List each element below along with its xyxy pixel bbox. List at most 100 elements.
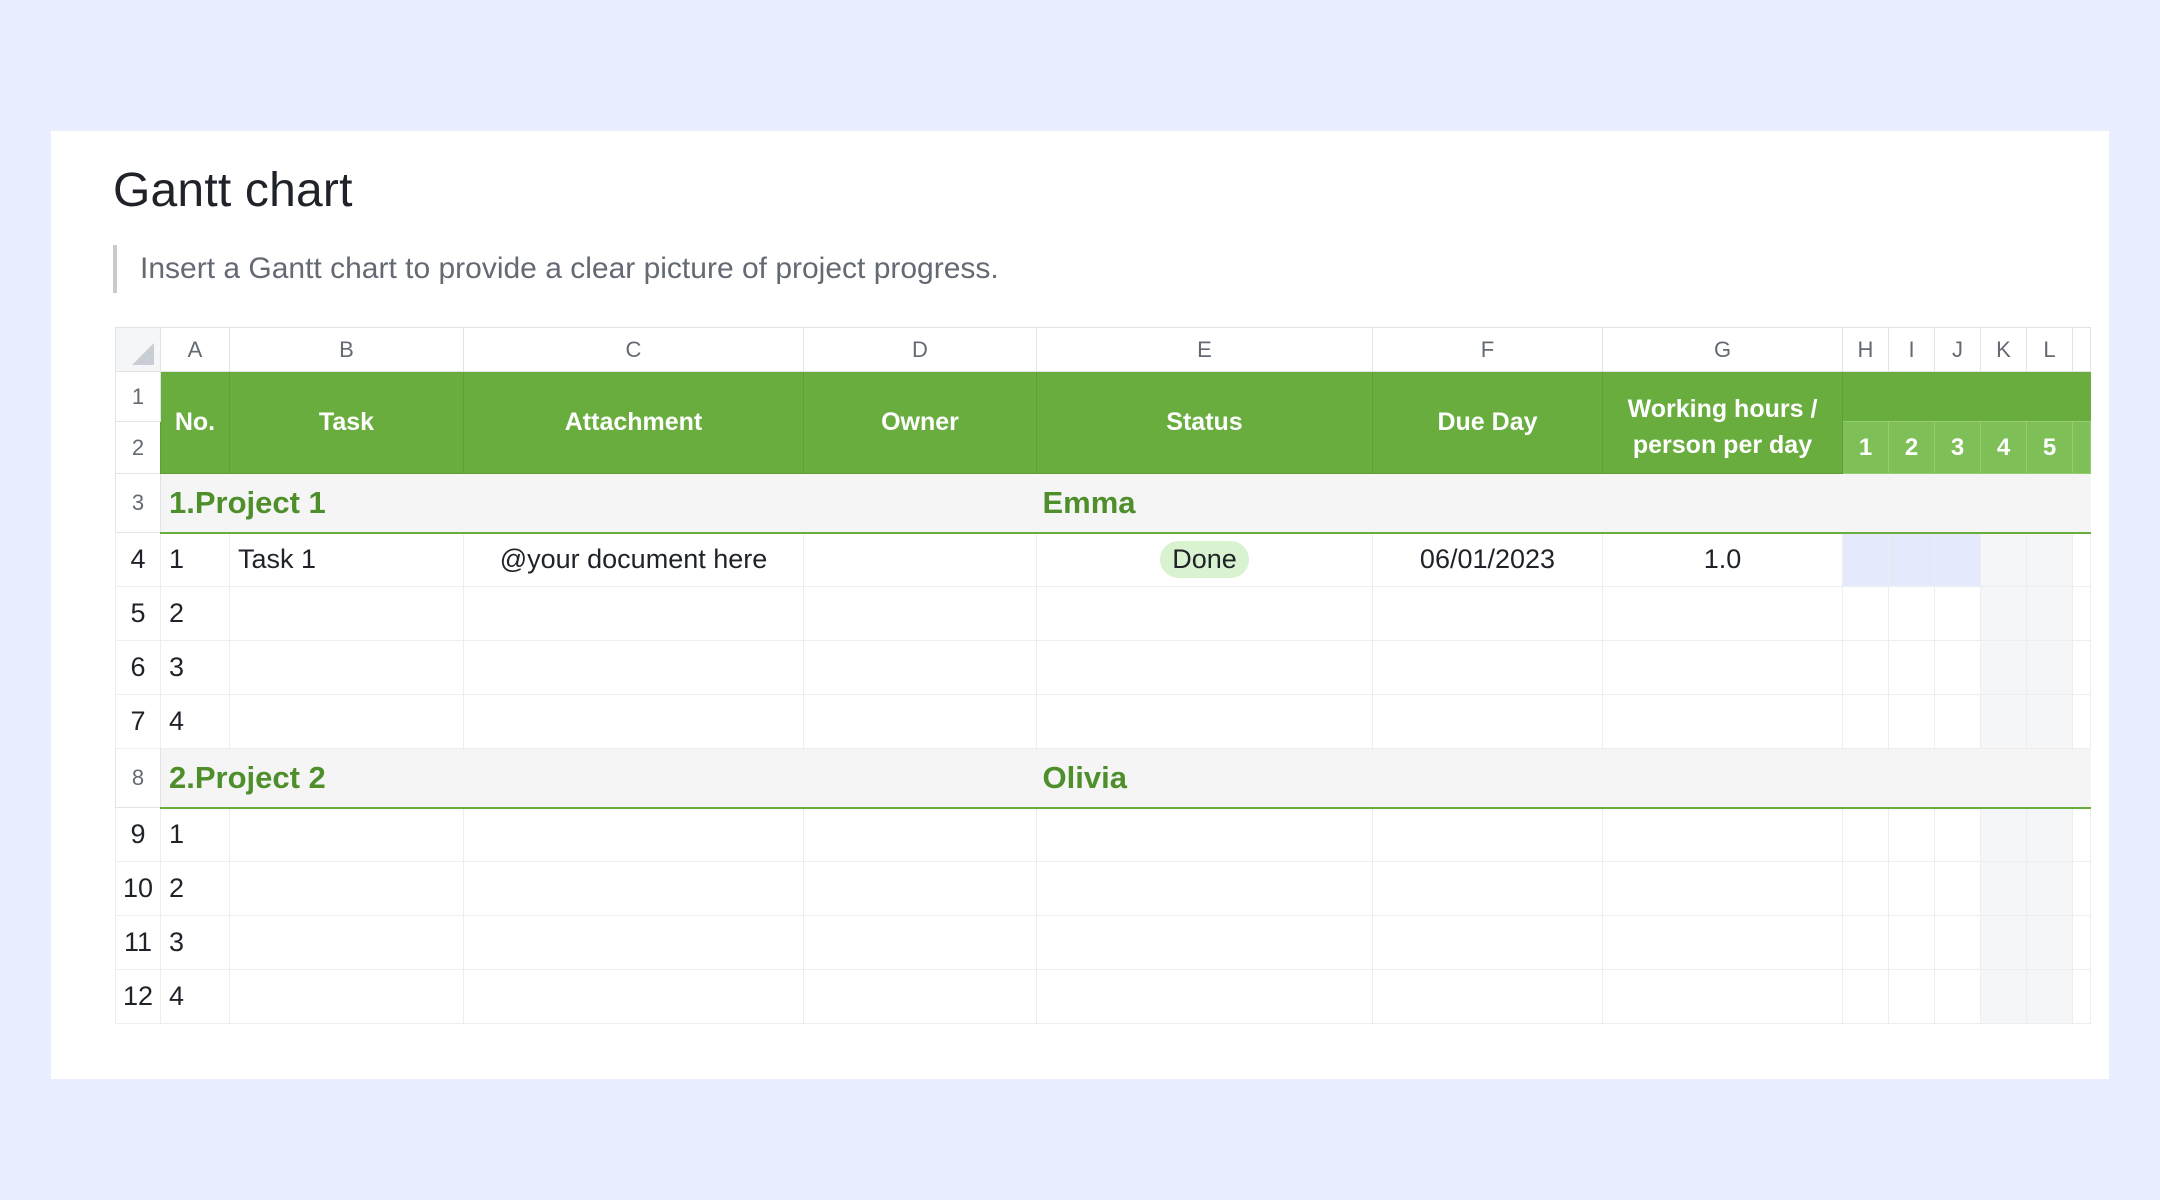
status-cell[interactable] <box>1036 694 1373 749</box>
timeline-cell[interactable] <box>1888 807 1935 862</box>
column-header-c[interactable]: C <box>463 327 804 372</box>
day-header-3[interactable]: 3 <box>1934 421 1981 474</box>
timeline-cell[interactable] <box>1934 586 1981 641</box>
status-cell[interactable] <box>1036 807 1373 862</box>
owner-cell[interactable] <box>803 586 1037 641</box>
row-number[interactable]: 6 <box>115 640 161 695</box>
column-header-f[interactable]: F <box>1372 327 1603 372</box>
attachment-cell[interactable] <box>463 861 804 916</box>
project-rest-cell[interactable] <box>1602 473 2091 534</box>
timeline-cell[interactable] <box>2026 694 2073 749</box>
header-owner[interactable]: Owner <box>803 371 1037 474</box>
timeline-cell[interactable] <box>2072 861 2091 916</box>
header-task[interactable]: Task <box>229 371 464 474</box>
task-name-cell[interactable] <box>229 969 464 1024</box>
row-number[interactable]: 7 <box>115 694 161 749</box>
timeline-cell[interactable] <box>1842 807 1889 862</box>
timeline-cell[interactable] <box>2026 969 2073 1024</box>
working-hours-cell[interactable] <box>1602 861 1843 916</box>
timeline-cell[interactable] <box>1980 586 2027 641</box>
task-no-cell[interactable]: 2 <box>160 586 230 641</box>
owner-cell[interactable] <box>803 807 1037 862</box>
attachment-cell[interactable] <box>463 640 804 695</box>
project-name-cell[interactable]: 2.Project 2 <box>160 748 804 809</box>
working-hours-cell[interactable]: 1.0 <box>1602 532 1843 587</box>
column-header-a[interactable]: A <box>160 327 230 372</box>
status-cell[interactable] <box>1036 586 1373 641</box>
project-spacer-cell[interactable] <box>803 748 1037 809</box>
status-cell[interactable] <box>1036 915 1373 970</box>
timeline-cell[interactable] <box>1980 694 2027 749</box>
timeline-cell[interactable] <box>2026 807 2073 862</box>
header-due-day[interactable]: Due Day <box>1372 371 1603 474</box>
header-status[interactable]: Status <box>1036 371 1373 474</box>
due-day-cell[interactable] <box>1372 969 1603 1024</box>
due-day-cell[interactable] <box>1372 861 1603 916</box>
timeline-cell[interactable] <box>1842 861 1889 916</box>
task-no-cell[interactable]: 1 <box>160 532 230 587</box>
working-hours-cell[interactable] <box>1602 807 1843 862</box>
working-hours-cell[interactable] <box>1602 969 1843 1024</box>
due-day-cell[interactable] <box>1372 640 1603 695</box>
gantt-bar-cell[interactable] <box>1888 532 1935 587</box>
row-number[interactable]: 8 <box>115 748 161 808</box>
column-header-b[interactable]: B <box>229 327 464 372</box>
timeline-cell[interactable] <box>1934 915 1981 970</box>
gantt-bar-cell[interactable] <box>1842 532 1889 587</box>
task-no-cell[interactable]: 3 <box>160 915 230 970</box>
task-name-cell[interactable] <box>229 640 464 695</box>
column-header-k[interactable]: K <box>1980 327 2027 372</box>
task-no-cell[interactable]: 1 <box>160 807 230 862</box>
row-number[interactable]: 12 <box>115 969 161 1024</box>
day-header-overflow[interactable] <box>2072 421 2091 474</box>
column-header-g[interactable]: G <box>1602 327 1843 372</box>
gantt-bar-cell[interactable] <box>1934 532 1981 587</box>
timeline-cell[interactable] <box>1888 694 1935 749</box>
timeline-cell[interactable] <box>1980 969 2027 1024</box>
task-name-cell[interactable] <box>229 861 464 916</box>
header-no[interactable]: No. <box>160 371 230 474</box>
row-number[interactable]: 10 <box>115 861 161 916</box>
owner-cell[interactable] <box>803 915 1037 970</box>
timeline-cell[interactable] <box>2072 807 2091 862</box>
attachment-cell[interactable]: @your document here <box>463 532 804 587</box>
day-header-5[interactable]: 5 <box>2026 421 2073 474</box>
day-header-1[interactable]: 1 <box>1842 421 1889 474</box>
project-owner-cell[interactable]: Emma <box>1036 473 1603 534</box>
row-number[interactable]: 3 <box>115 473 161 533</box>
timeline-cell[interactable] <box>2026 532 2073 587</box>
timeline-cell[interactable] <box>1842 640 1889 695</box>
task-no-cell[interactable]: 2 <box>160 861 230 916</box>
working-hours-cell[interactable] <box>1602 640 1843 695</box>
column-header-e[interactable]: E <box>1036 327 1373 372</box>
task-name-cell[interactable]: Task 1 <box>229 532 464 587</box>
attachment-cell[interactable] <box>463 586 804 641</box>
row-number[interactable]: 9 <box>115 807 161 862</box>
timeline-cell[interactable] <box>1842 915 1889 970</box>
column-header-i[interactable]: I <box>1888 327 1935 372</box>
owner-cell[interactable] <box>803 640 1037 695</box>
due-day-cell[interactable] <box>1372 694 1603 749</box>
task-name-cell[interactable] <box>229 807 464 862</box>
timeline-cell[interactable] <box>1980 915 2027 970</box>
timeline-cell[interactable] <box>1888 915 1935 970</box>
timeline-cell[interactable] <box>2026 915 2073 970</box>
header-attachment[interactable]: Attachment <box>463 371 804 474</box>
project-rest-cell[interactable] <box>1602 748 2091 809</box>
attachment-cell[interactable] <box>463 807 804 862</box>
status-cell[interactable] <box>1036 861 1373 916</box>
column-header-d[interactable]: D <box>803 327 1037 372</box>
attachment-cell[interactable] <box>463 915 804 970</box>
row-number[interactable]: 5 <box>115 586 161 641</box>
column-header-overflow[interactable] <box>2072 327 2091 372</box>
task-no-cell[interactable]: 4 <box>160 694 230 749</box>
row-number[interactable]: 1 <box>115 371 161 422</box>
timeline-cell[interactable] <box>1888 969 1935 1024</box>
timeline-cell[interactable] <box>1980 807 2027 862</box>
column-header-h[interactable]: H <box>1842 327 1889 372</box>
timeline-cell[interactable] <box>1842 694 1889 749</box>
timeline-cell[interactable] <box>1842 586 1889 641</box>
timeline-cell[interactable] <box>2072 694 2091 749</box>
timeline-cell[interactable] <box>2072 969 2091 1024</box>
day-header-2[interactable]: 2 <box>1888 421 1935 474</box>
